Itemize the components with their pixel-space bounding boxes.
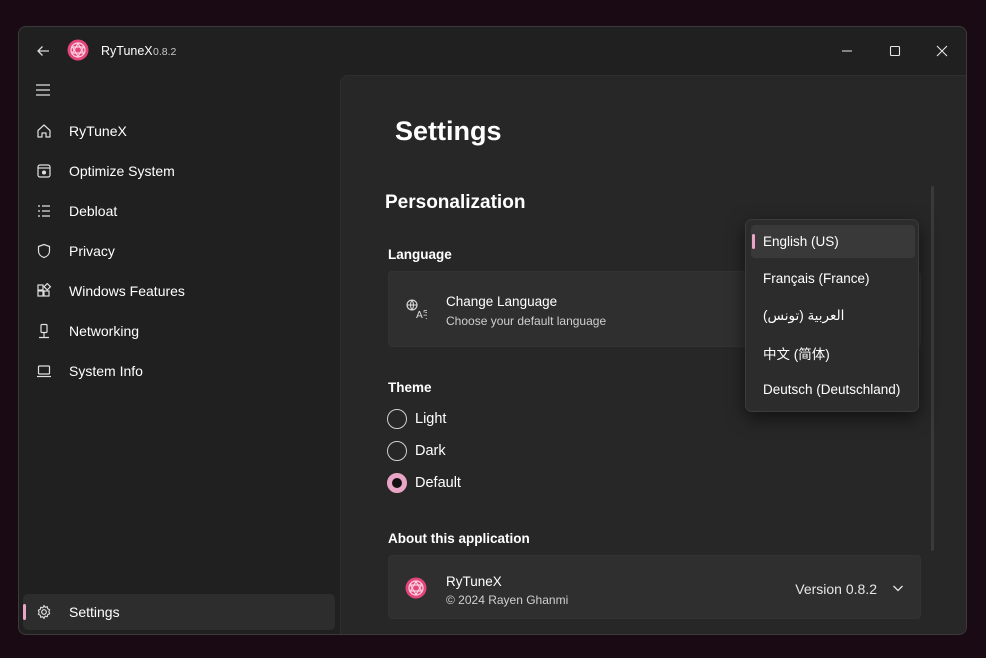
- change-language-subtitle: Choose your default language: [446, 314, 607, 328]
- sidebar-item-optimize-system[interactable]: Optimize System: [23, 151, 335, 191]
- radio-label: Default: [415, 475, 461, 491]
- close-icon: [936, 45, 948, 57]
- change-language-title: Change Language: [446, 294, 558, 309]
- language-option-german[interactable]: Deutsch (Deutschland): [751, 373, 915, 406]
- sidebar-item-rytunex[interactable]: RyTuneX: [23, 111, 335, 151]
- language-label: Language: [388, 247, 452, 262]
- back-button[interactable]: [33, 41, 53, 61]
- section-title-personalization: Personalization: [385, 192, 526, 213]
- about-label: About this application: [388, 531, 530, 546]
- sidebar-item-label: Windows Features: [69, 283, 185, 299]
- about-version: Version 0.8.2: [795, 581, 877, 597]
- translate-icon: A字: [405, 298, 427, 320]
- chevron-down-icon[interactable]: [890, 580, 906, 596]
- sidebar-item-label: Settings: [69, 604, 120, 620]
- sidebar-item-system-info[interactable]: System Info: [23, 351, 335, 391]
- theme-label: Theme: [388, 380, 432, 395]
- language-option-french[interactable]: Français (France): [751, 262, 915, 295]
- radio-button-selected[interactable]: [387, 473, 407, 493]
- list-icon: [35, 202, 53, 220]
- laptop-icon: [35, 362, 53, 380]
- close-button[interactable]: [930, 39, 954, 63]
- sidebar-item-privacy[interactable]: Privacy: [23, 231, 335, 271]
- hamburger-menu-button[interactable]: [35, 83, 55, 103]
- theme-option-light[interactable]: Light: [387, 408, 446, 430]
- theme-option-dark[interactable]: Dark: [387, 440, 446, 462]
- svg-text:A字: A字: [416, 308, 427, 320]
- theme-option-default[interactable]: Default: [387, 472, 461, 494]
- app-title: RyTuneX: [101, 44, 153, 58]
- sidebar-item-label: Networking: [69, 323, 140, 339]
- sidebar-item-label: Privacy: [69, 243, 115, 259]
- optimize-icon: [35, 162, 53, 180]
- arrow-left-icon: [37, 46, 49, 56]
- radio-label: Light: [415, 411, 447, 427]
- selection-indicator: [23, 604, 26, 620]
- sidebar-item-windows-features[interactable]: Windows Features: [23, 271, 335, 311]
- minimize-button[interactable]: [835, 39, 859, 63]
- maximize-icon: [889, 45, 901, 57]
- sidebar-item-networking[interactable]: Networking: [23, 311, 335, 351]
- about-app-name: RyTuneX: [446, 574, 502, 589]
- scrollbar[interactable]: [931, 186, 934, 551]
- language-option-chinese[interactable]: 中文 (简体): [751, 336, 915, 369]
- gear-icon: [35, 603, 53, 621]
- sidebar-item-debloat[interactable]: Debloat: [23, 191, 335, 231]
- app-logo-icon: [405, 577, 427, 599]
- sidebar-nav: RyTuneX Optimize System Debloat Privacy …: [23, 111, 335, 391]
- shield-icon: [35, 242, 53, 260]
- sidebar-item-label: Debloat: [69, 203, 118, 219]
- radio-button[interactable]: [387, 409, 407, 429]
- app-logo-icon: [67, 39, 89, 61]
- hamburger-icon: [36, 84, 50, 96]
- language-option-arabic[interactable]: العربية (تونس): [751, 299, 915, 332]
- minimize-icon: [842, 50, 852, 52]
- language-dropdown-menu: English (US) Français (France) العربية (…: [745, 219, 919, 412]
- title-bar: RyTuneX 0.8.2: [19, 27, 966, 75]
- about-copyright: © 2024 Rayen Ghanmi: [446, 593, 569, 607]
- language-option-english[interactable]: English (US): [751, 225, 915, 258]
- maximize-button[interactable]: [883, 39, 907, 63]
- sidebar-item-label: RyTuneX: [69, 123, 127, 139]
- sidebar-item-label: System Info: [69, 363, 143, 379]
- home-icon: [35, 122, 53, 140]
- radio-label: Dark: [415, 443, 446, 459]
- about-card[interactable]: RyTuneX © 2024 Rayen Ghanmi Version 0.8.…: [388, 555, 921, 619]
- apps-icon: [35, 282, 53, 300]
- sidebar-item-settings[interactable]: Settings: [23, 594, 335, 630]
- page-title: Settings: [395, 116, 502, 146]
- radio-button[interactable]: [387, 441, 407, 461]
- network-icon: [35, 322, 53, 340]
- app-version: 0.8.2: [153, 46, 177, 58]
- sidebar-item-label: Optimize System: [69, 163, 175, 179]
